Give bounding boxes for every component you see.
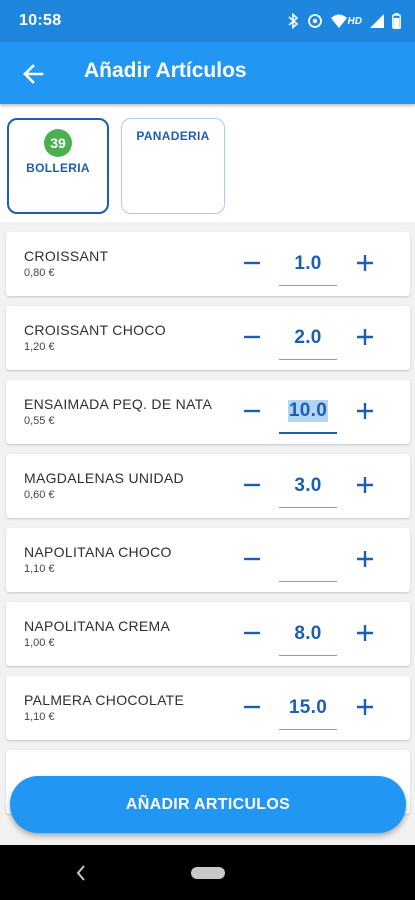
quantity-input[interactable] xyxy=(279,538,337,582)
item-price: 0,55 € xyxy=(24,415,55,427)
app-bar: Añadir Artículos xyxy=(0,42,415,104)
item-price: 1,20 € xyxy=(24,341,55,353)
main-content: 39 BOLLERIA PANADERIA CROISSANT 0,80 € 1.0… xyxy=(0,104,415,845)
item-price: 0,80 € xyxy=(24,267,55,279)
minus-icon xyxy=(244,705,260,709)
item-row: NAPOLITANA CREMA 1,00 € 8.0 xyxy=(6,602,410,666)
item-price: 0,60 € xyxy=(24,489,55,501)
item-name: PALMERA CHOCOLATE xyxy=(24,692,185,708)
status-time: 10:58 xyxy=(19,12,62,29)
add-items-button[interactable]: AÑADIR ARTICULOS xyxy=(10,776,406,833)
data-saver-icon xyxy=(307,13,323,29)
item-row: CROISSANT CHOCO 1,20 € 2.0 xyxy=(6,306,410,370)
plus-icon xyxy=(357,699,373,715)
increase-button[interactable] xyxy=(350,618,380,648)
item-name: CROISSANT CHOCO xyxy=(24,322,166,338)
network-type-label: HD xyxy=(347,15,362,27)
item-row: MAGDALENAS UNIDAD 0,60 € 3.0 xyxy=(6,454,410,518)
increase-button[interactable] xyxy=(350,322,380,352)
category-tab-bolleria[interactable]: 39 BOLLERIA xyxy=(7,118,109,214)
increase-button[interactable] xyxy=(350,248,380,278)
minus-icon xyxy=(244,335,260,339)
item-row: ENSAIMADA PEQ. DE NATA 0,55 € 10.0 xyxy=(6,380,410,444)
item-name: NAPOLITANA CHOCO xyxy=(24,544,172,560)
nav-back-icon[interactable] xyxy=(72,863,90,883)
decrease-button[interactable] xyxy=(237,322,267,352)
quantity-value: 2.0 xyxy=(294,326,322,348)
system-nav-bar xyxy=(0,845,415,900)
item-name: ENSAIMADA PEQ. DE NATA xyxy=(24,396,213,412)
wifi-icon: HD xyxy=(330,14,362,28)
item-name: CROISSANT xyxy=(24,248,109,264)
decrease-button[interactable] xyxy=(237,248,267,278)
item-name: MAGDALENAS UNIDAD xyxy=(24,470,184,486)
decrease-button[interactable] xyxy=(237,396,267,426)
category-label: BOLLERIA xyxy=(26,161,90,175)
category-label: PANADERIA xyxy=(136,129,210,143)
quantity-value: 8.0 xyxy=(294,622,322,644)
decrease-button[interactable] xyxy=(237,470,267,500)
category-tabs: 39 BOLLERIA PANADERIA xyxy=(0,104,415,222)
page-title: Añadir Artículos xyxy=(84,59,247,82)
increase-button[interactable] xyxy=(350,396,380,426)
item-name: NAPOLITANA CREMA xyxy=(24,618,171,634)
plus-icon xyxy=(357,403,373,419)
quantity-input[interactable]: 3.0 xyxy=(279,464,337,508)
back-button[interactable] xyxy=(18,59,48,89)
increase-button[interactable] xyxy=(350,470,380,500)
item-row: PALMERA CHOCOLATE 1,10 € 15.0 xyxy=(6,676,410,740)
quantity-input[interactable]: 8.0 xyxy=(279,612,337,656)
count-badge: 39 xyxy=(44,129,72,157)
plus-icon xyxy=(357,329,373,345)
decrease-button[interactable] xyxy=(237,618,267,648)
decrease-button[interactable] xyxy=(237,692,267,722)
quantity-input[interactable]: 15.0 xyxy=(279,686,337,730)
quantity-value: 15.0 xyxy=(288,696,328,718)
bluetooth-icon xyxy=(287,13,299,29)
item-row: NAPOLITANA CHOCO 1,10 € xyxy=(6,528,410,592)
minus-icon xyxy=(244,631,260,635)
nav-home-pill[interactable] xyxy=(191,867,225,879)
signal-icon xyxy=(370,14,384,28)
minus-icon xyxy=(244,261,260,265)
increase-button[interactable] xyxy=(350,692,380,722)
minus-icon xyxy=(244,409,260,413)
quantity-value: 3.0 xyxy=(294,474,322,496)
status-bar: 10:58 HD xyxy=(0,0,415,42)
status-icons: HD xyxy=(287,11,401,31)
decrease-button[interactable] xyxy=(237,544,267,574)
battery-icon xyxy=(392,13,401,29)
quantity-input[interactable]: 2.0 xyxy=(279,316,337,360)
plus-icon xyxy=(357,625,373,641)
arrow-back-icon xyxy=(23,64,44,84)
plus-icon xyxy=(357,255,373,271)
quantity-input[interactable]: 1.0 xyxy=(279,242,337,286)
plus-icon xyxy=(357,551,373,567)
quantity-value: 10.0 xyxy=(287,400,329,422)
quantity-input[interactable]: 10.0 xyxy=(279,390,337,434)
plus-icon xyxy=(357,477,373,493)
quantity-value: 1.0 xyxy=(294,252,322,274)
minus-icon xyxy=(244,557,260,561)
minus-icon xyxy=(244,483,260,487)
category-tab-panaderia[interactable]: PANADERIA xyxy=(121,118,225,214)
increase-button[interactable] xyxy=(350,544,380,574)
item-price: 1,10 € xyxy=(24,711,55,723)
item-row: CROISSANT 0,80 € 1.0 xyxy=(6,232,410,296)
item-price: 1,10 € xyxy=(24,563,55,575)
item-price: 1,00 € xyxy=(24,637,55,649)
